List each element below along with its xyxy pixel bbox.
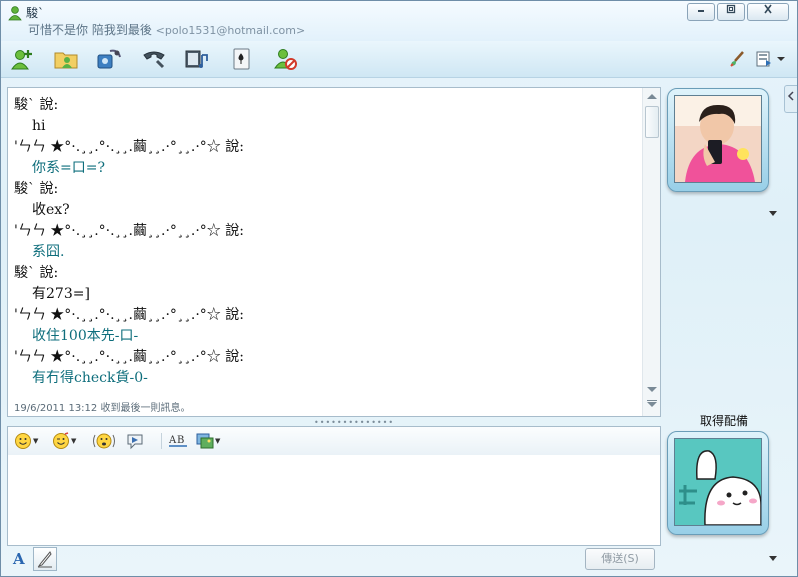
picture-background-icon: [196, 433, 214, 449]
main-toolbar: [1, 41, 797, 78]
svg-text:A: A: [168, 435, 177, 446]
contact-avatar-image: [675, 96, 761, 182]
message-text: 收住100本先-口-: [32, 328, 139, 344]
message-text: 收ex?: [32, 202, 70, 218]
sidebar-collapse-tab[interactable]: [784, 85, 797, 113]
history-scrollbar[interactable]: [642, 88, 660, 416]
contact-email: <polo1531@hotmail.com>: [155, 24, 306, 37]
font-button[interactable]: A: [13, 550, 31, 568]
share-files-icon[interactable]: [53, 47, 79, 71]
invite-contact-icon[interactable]: [9, 47, 35, 71]
chevron-left-icon: [787, 91, 794, 101]
my-avatar-frame[interactable]: [667, 431, 769, 535]
phone-call-icon[interactable]: [141, 47, 167, 71]
contact-avatar: [674, 95, 762, 183]
compose-toolbar: ▼ ▼ A B ▼: [7, 426, 661, 456]
scroll-to-end-icon[interactable]: [647, 402, 657, 407]
chat-window: 駿` 可惜不是你 陪我到最後 <polo1531@hotmail.com> 駿`…: [0, 0, 798, 577]
restore-icon: [726, 4, 736, 14]
contact-avatar-frame[interactable]: [667, 88, 769, 192]
nudge-button[interactable]: [92, 432, 116, 450]
minimize-button[interactable]: [687, 3, 715, 21]
emoticon-button[interactable]: ▼: [14, 432, 38, 450]
minimize-icon: [698, 10, 704, 12]
my-avatar-dropdown-icon[interactable]: [769, 556, 777, 561]
wink-dropdown-icon: ▼: [71, 437, 77, 445]
conversation-history: 駿` 說: hi 'ㄣㄣ ★°·.¸¸.°·.¸¸.繭¸¸.·°¸¸.·°☆ 說: 你…: [7, 87, 661, 417]
compose-bottom-bar: A 傳送(S): [7, 546, 659, 572]
window-controls: [687, 3, 789, 21]
scroll-thumb[interactable]: [645, 106, 659, 138]
pen-icon: [37, 551, 52, 568]
handwriting-button[interactable]: [33, 547, 57, 571]
wink-icon: [53, 432, 69, 449]
my-avatar: [674, 438, 762, 526]
message-sender: 駿` 說:: [14, 181, 59, 197]
scroll-up-arrow-icon[interactable]: [647, 94, 657, 99]
video-call-icon[interactable]: [96, 47, 122, 71]
svg-text:B: B: [177, 435, 184, 446]
scroll-end-bar: [647, 400, 657, 401]
emoticon-dropdown-icon: ▼: [33, 437, 39, 445]
spellcheck-button[interactable]: A B: [168, 432, 188, 450]
spellcheck-icon: A B: [168, 435, 187, 447]
message-text: 系囧.: [32, 244, 65, 260]
message-input[interactable]: [7, 455, 661, 546]
personal-message: 可惜不是你 陪我到最後: [28, 23, 152, 37]
layout-menu-icon[interactable]: [756, 50, 786, 68]
nudge-icon: [93, 433, 115, 449]
message-sender: 'ㄣㄣ ★°·.¸¸.°·.¸¸.繭¸¸.·°¸¸.·°☆ 說:: [14, 139, 244, 155]
message-sender: 'ㄣㄣ ★°·.¸¸.°·.¸¸.繭¸¸.·°¸¸.·°☆ 說:: [14, 349, 244, 365]
background-button[interactable]: ▼: [196, 432, 220, 450]
smiley-icon: [15, 433, 31, 449]
message-sender: 駿` 說:: [14, 265, 59, 281]
messenger-buddy-icon: [8, 6, 22, 21]
message-text: 有冇得check貨-0-: [32, 370, 148, 386]
contact-avatar-dropdown-icon[interactable]: [769, 211, 777, 216]
speech-bubble-icon: [127, 434, 143, 450]
activities-icon[interactable]: [184, 47, 210, 71]
paint-brush-icon[interactable]: [728, 50, 746, 68]
close-icon: [764, 4, 772, 14]
message-sender: 'ㄣㄣ ★°·.¸¸.°·.¸¸.繭¸¸.·°¸¸.·°☆ 說:: [14, 307, 244, 323]
wink-button[interactable]: ▼: [52, 432, 76, 450]
message-text: hi: [32, 118, 46, 134]
games-icon[interactable]: [229, 47, 255, 71]
maximize-button[interactable]: [717, 3, 745, 21]
message-sender: 駿` 說:: [14, 97, 59, 113]
last-message-status: 19/6/2011 13:12 收到最後一則訊息。: [14, 403, 191, 414]
message-text: 有273=]: [32, 286, 90, 302]
message-list: 駿` 說: hi 'ㄣㄣ ★°·.¸¸.°·.¸¸.繭¸¸.·°¸¸.·°☆ 說: 你…: [14, 95, 634, 389]
close-button[interactable]: [747, 3, 789, 21]
voice-clip-button[interactable]: [126, 432, 144, 450]
get-device-link[interactable]: 取得配備: [687, 412, 761, 429]
message-sender: 'ㄣㄣ ★°·.¸¸.°·.¸¸.繭¸¸.·°¸¸.·°☆ 說:: [14, 223, 244, 239]
contact-name: 駿`: [26, 6, 45, 20]
send-button[interactable]: 傳送(S): [585, 548, 655, 570]
title-bar: 駿` 可惜不是你 陪我到最後 <polo1531@hotmail.com>: [1, 1, 797, 41]
toolbar-separator: [161, 433, 162, 449]
background-dropdown-icon: ▼: [215, 437, 221, 445]
contact-subtitle: 可惜不是你 陪我到最後 <polo1531@hotmail.com>: [28, 21, 305, 38]
scroll-down-arrow-icon[interactable]: [647, 387, 657, 392]
block-contact-icon[interactable]: [273, 47, 299, 71]
my-avatar-image: [675, 439, 761, 525]
message-text: 你系=口=?: [32, 160, 105, 176]
